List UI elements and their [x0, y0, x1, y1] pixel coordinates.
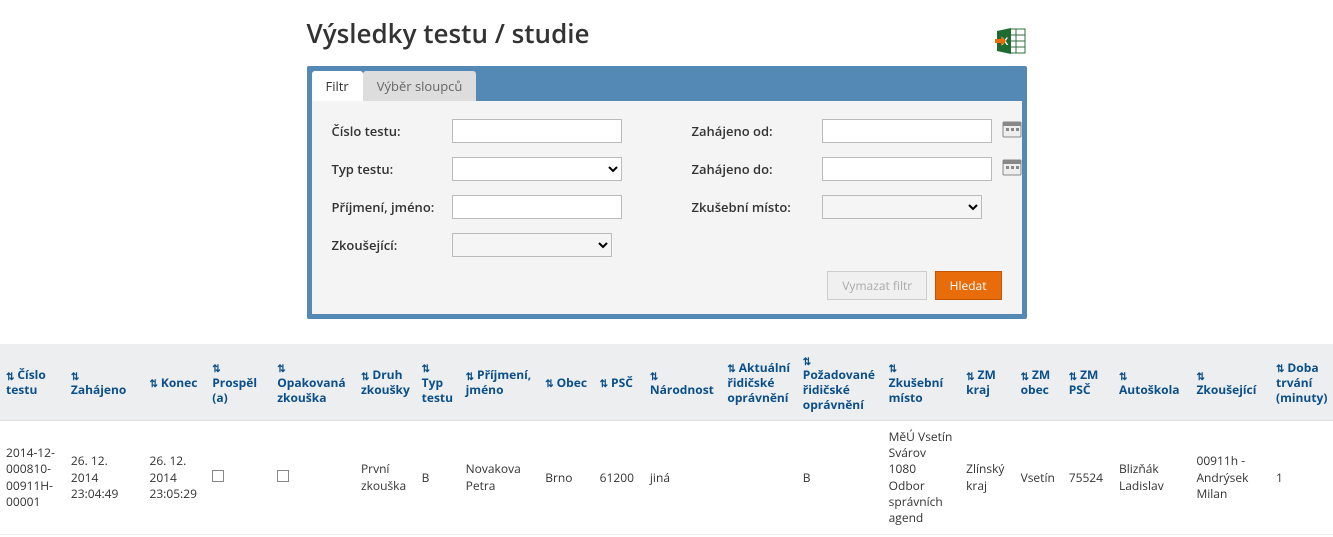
col-started[interactable]: ⇅Zahájeno	[65, 344, 144, 421]
cell-city: Brno	[539, 421, 593, 535]
clear-filter-button[interactable]: Vymazat filtr	[827, 271, 927, 300]
results-table: ⇅Číslo testu ⇅Zahájeno ⇅Konec ⇅Prospěl (…	[0, 344, 1333, 535]
input-name[interactable]	[452, 195, 622, 219]
cell-zip: 61200	[594, 421, 644, 535]
cell-requested-license: B	[797, 421, 883, 535]
calendar-icon[interactable]	[1002, 119, 1022, 139]
table-row[interactable]: 2014-12-000810-00911H-00001 26. 12. 2014…	[0, 421, 1333, 535]
col-name[interactable]: ⇅Příjmení, jméno	[460, 344, 540, 421]
table-header-row: ⇅Číslo testu ⇅Zahájeno ⇅Konec ⇅Prospěl (…	[0, 344, 1333, 421]
cell-passed	[206, 421, 271, 535]
col-driving-school[interactable]: ⇅Autoškola	[1113, 344, 1190, 421]
col-test-type[interactable]: ⇅Typ testu	[416, 344, 460, 421]
filter-panel: Filtr Výběr sloupců Číslo testu: Zahájen…	[307, 66, 1027, 319]
checkbox-icon	[277, 470, 289, 482]
sort-icon: ⇅	[600, 377, 608, 390]
col-duration[interactable]: ⇅Doba trvání (minuty)	[1270, 344, 1333, 421]
col-repeated[interactable]: ⇅Opakovaná zkouška	[271, 344, 355, 421]
cell-examiner: 00911h - Andrýsek Milan	[1190, 421, 1270, 535]
export-excel-button[interactable]: X	[995, 27, 1027, 55]
col-nationality[interactable]: ⇅Národnost	[644, 344, 721, 421]
select-test-type[interactable]	[452, 157, 622, 181]
col-zip[interactable]: ⇅PSČ	[594, 344, 644, 421]
col-exam-kind[interactable]: ⇅Druh zkoušky	[355, 344, 416, 421]
label-test-type: Typ testu:	[332, 160, 452, 178]
col-zm-region[interactable]: ⇅ZM kraj	[960, 344, 1014, 421]
label-exam-place: Zkušební místo:	[692, 198, 822, 216]
cell-ended: 26. 12. 2014 23:05:29	[143, 421, 206, 535]
cell-exam-kind: První zkouška	[355, 421, 416, 535]
cell-name: Novakova Petra	[460, 421, 540, 535]
calendar-icon[interactable]	[1002, 157, 1022, 177]
cell-test-number: 2014-12-000810-00911H-00001	[0, 421, 65, 535]
cell-current-license	[721, 421, 796, 535]
col-exam-place[interactable]: ⇅Zkušební místo	[883, 344, 960, 421]
checkbox-icon	[212, 470, 224, 482]
sort-icon: ⇅	[149, 377, 157, 390]
sort-icon: ⇅	[545, 377, 553, 390]
cell-driving-school: Blizňák Ladislav	[1113, 421, 1190, 535]
label-examiner: Zkoušející:	[332, 236, 452, 254]
col-zm-city[interactable]: ⇅ZM obec	[1015, 344, 1063, 421]
col-current-license[interactable]: ⇅Aktuální řidičské oprávnění	[721, 344, 796, 421]
cell-zm-zip: 75524	[1063, 421, 1113, 535]
col-ended[interactable]: ⇅Konec	[143, 344, 206, 421]
input-started-from[interactable]	[822, 119, 992, 143]
label-started-from: Zahájeno od:	[692, 122, 822, 140]
cell-nationality: jiná	[644, 421, 721, 535]
input-test-number[interactable]	[452, 119, 622, 143]
col-passed[interactable]: ⇅Prospěl (a)	[206, 344, 271, 421]
col-city[interactable]: ⇅Obec	[539, 344, 593, 421]
label-started-to: Zahájeno do:	[692, 160, 822, 178]
page-title: Výsledky testu / studie	[307, 15, 590, 51]
cell-repeated	[271, 421, 355, 535]
cell-test-type: B	[416, 421, 460, 535]
col-requested-license[interactable]: ⇅Požadované řidičské oprávnění	[797, 344, 883, 421]
col-zm-zip[interactable]: ⇅ZM PSČ	[1063, 344, 1113, 421]
cell-zm-region: Zlínský kraj	[960, 421, 1014, 535]
select-examiner[interactable]	[452, 233, 612, 257]
select-exam-place[interactable]	[822, 195, 982, 219]
cell-started: 26. 12. 2014 23:04:49	[65, 421, 144, 535]
col-test-number[interactable]: ⇅Číslo testu	[0, 344, 65, 421]
input-started-to[interactable]	[822, 157, 992, 181]
cell-zm-city: Vsetín	[1015, 421, 1063, 535]
col-examiner[interactable]: ⇅Zkoušející	[1190, 344, 1270, 421]
tab-filter[interactable]: Filtr	[312, 71, 363, 101]
label-name: Příjmení, jméno:	[332, 198, 452, 216]
search-button[interactable]: Hledat	[935, 271, 1002, 300]
tab-columns[interactable]: Výběr sloupců	[363, 71, 477, 101]
cell-duration: 1	[1270, 421, 1333, 535]
label-test-number: Číslo testu:	[332, 122, 452, 140]
cell-exam-place: MěÚ Vsetín Svárov 1080 Odbor správních a…	[883, 421, 960, 535]
